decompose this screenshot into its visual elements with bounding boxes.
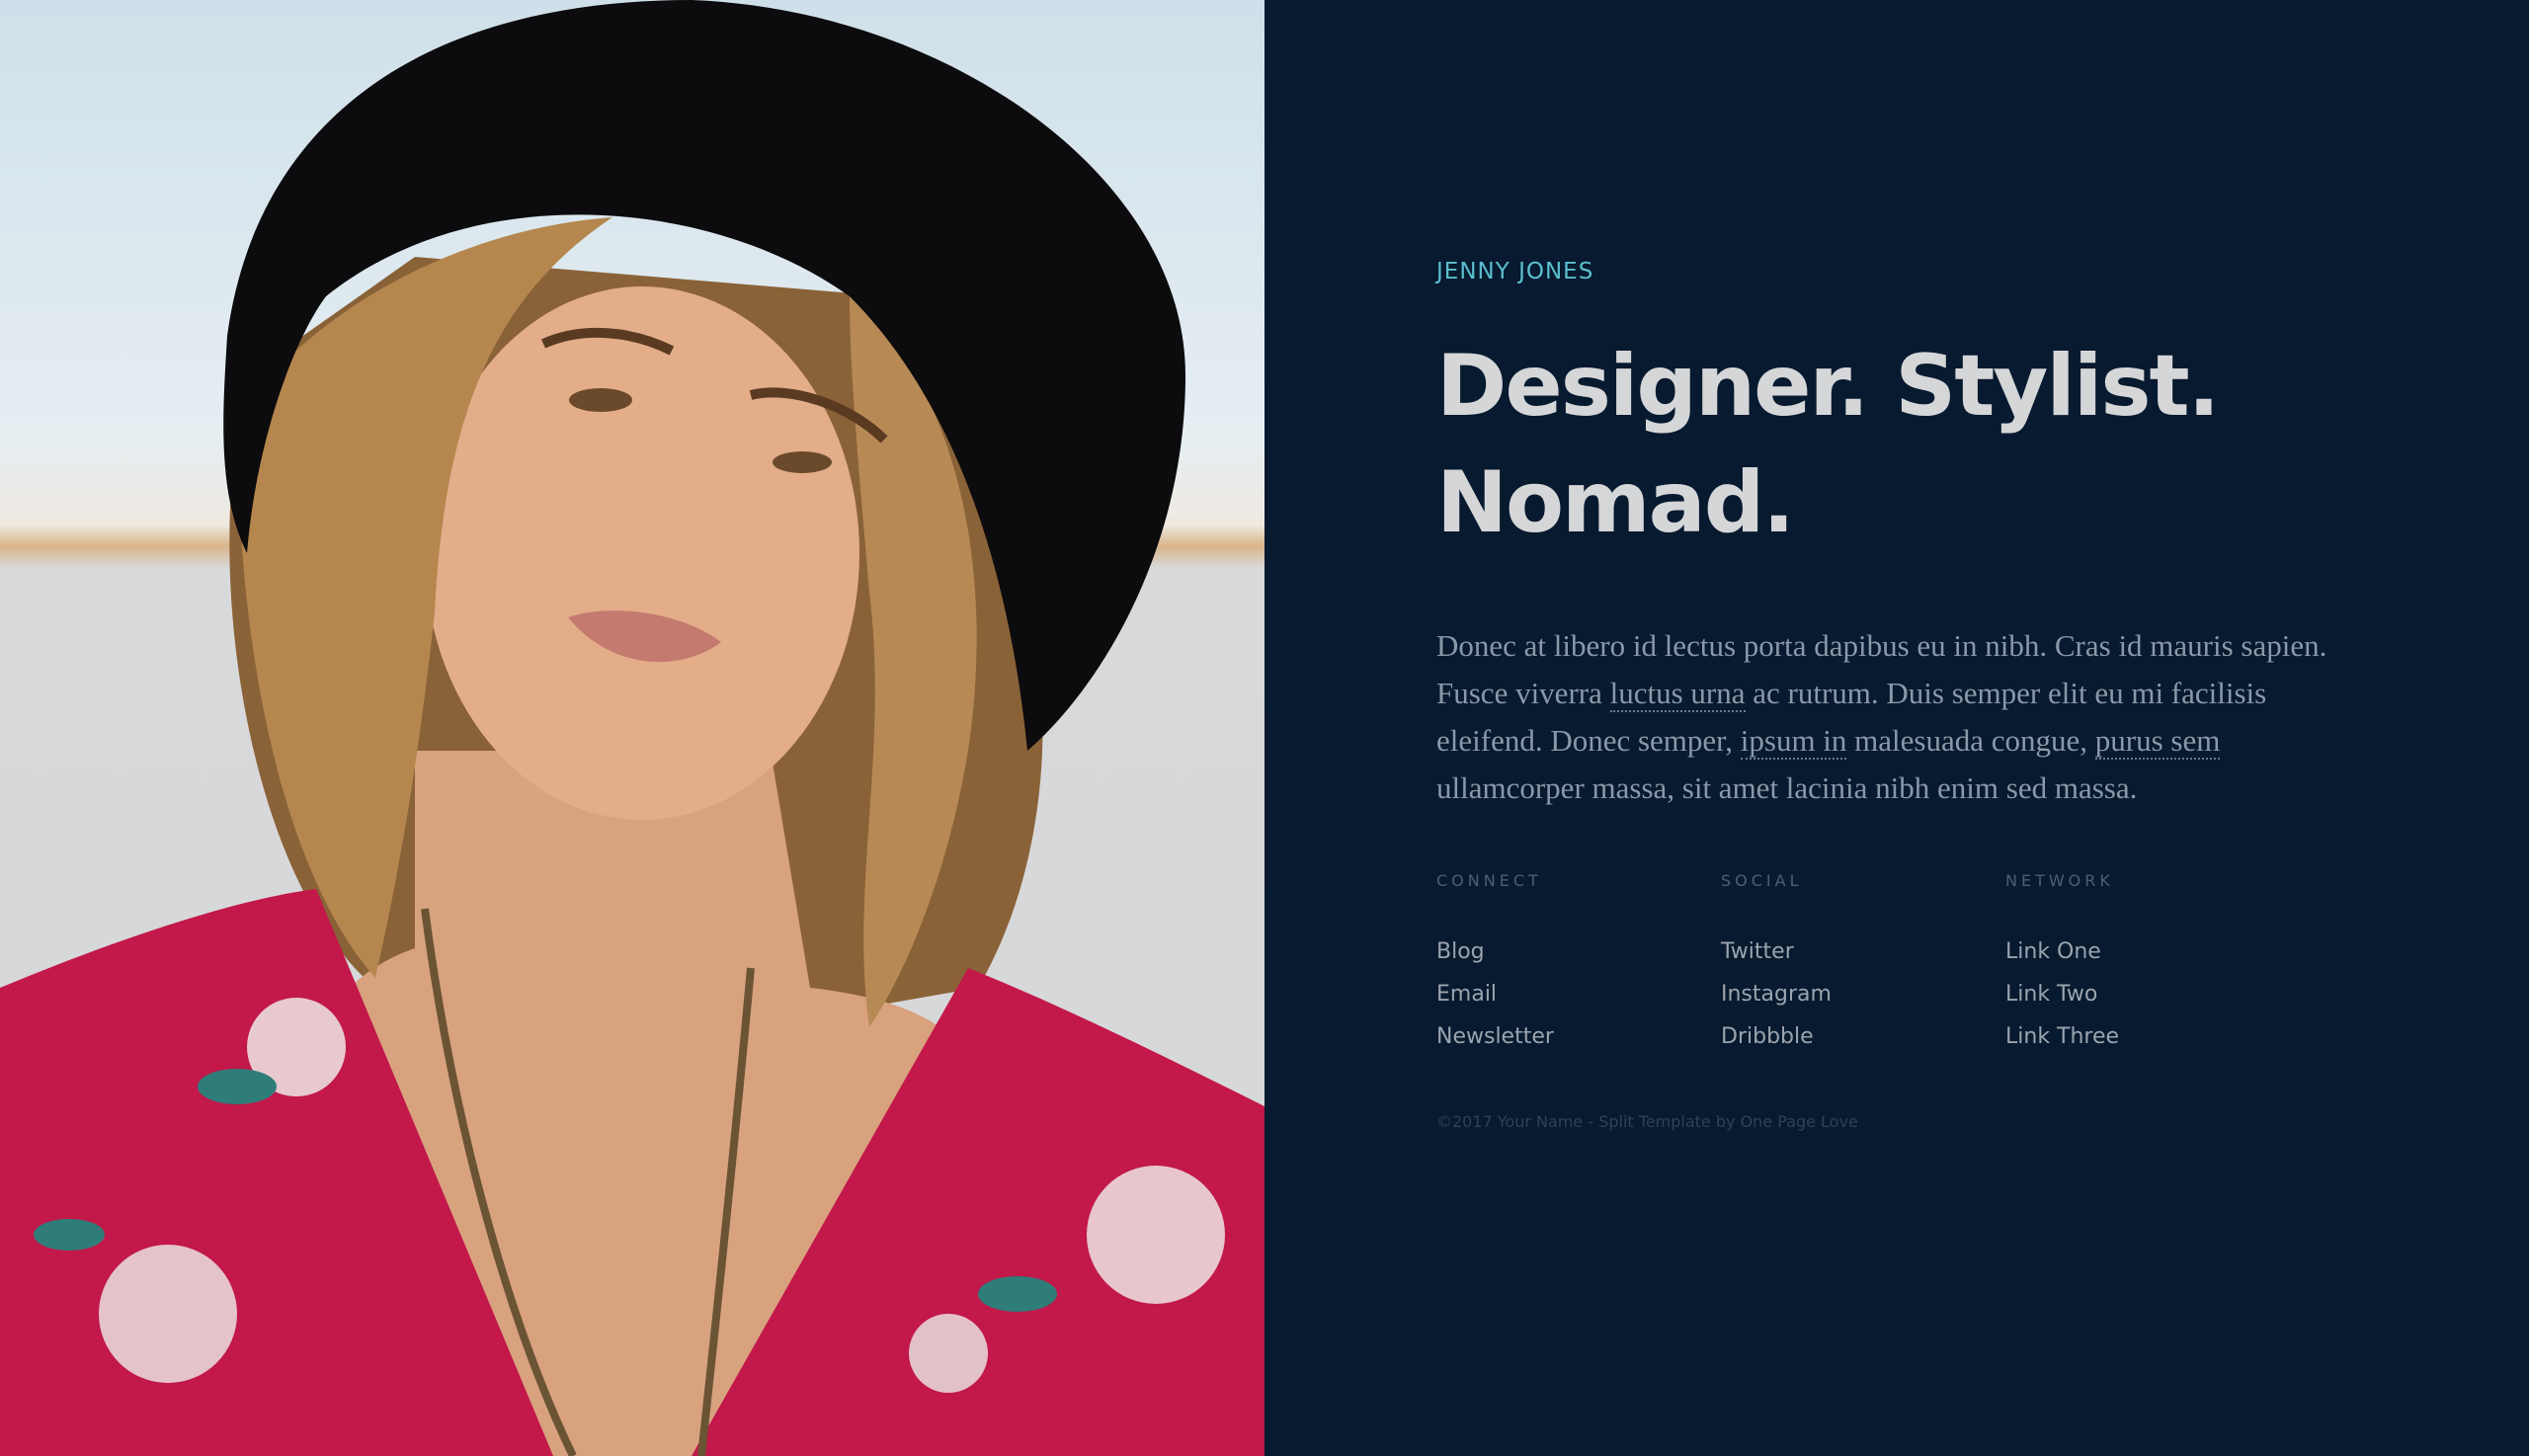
bio-link-ipsum-in[interactable]: ipsum in xyxy=(1740,723,1847,760)
profile-name: JENNY JONES xyxy=(1436,259,1594,284)
link-list: Link One Link Two Link Three xyxy=(2005,931,2290,1059)
bio-text: ullamcorper massa, sit amet lacinia nibh… xyxy=(1436,770,2138,805)
bio-paragraph: Donec at libero id lectus porta dapibus … xyxy=(1436,622,2365,812)
profile-content: JENNY JONES Designer. Stylist. Nomad. Do… xyxy=(1436,259,2385,1131)
link-blog[interactable]: Blog xyxy=(1436,939,1485,964)
portrait-illustration xyxy=(0,0,1264,1456)
face-shape xyxy=(425,286,859,820)
split-layout: JENNY JONES Designer. Stylist. Nomad. Do… xyxy=(0,0,2529,1456)
link-instagram[interactable]: Instagram xyxy=(1721,982,1832,1007)
link-list: Blog Email Newsletter xyxy=(1436,931,1721,1059)
profile-panel: JENNY JONES Designer. Stylist. Nomad. Do… xyxy=(1264,0,2529,1456)
eye-right xyxy=(773,451,832,473)
column-network: NETWORK Link One Link Two Link Three xyxy=(2005,871,2290,1059)
footer-copyright: ©2017 Your Name - Split Template by One … xyxy=(1436,1112,1858,1131)
column-heading: CONNECT xyxy=(1436,871,1542,890)
link-one[interactable]: Link One xyxy=(2005,939,2101,964)
link-newsletter[interactable]: Newsletter xyxy=(1436,1024,1554,1049)
bio-link-luctus-urna[interactable]: luctus urna xyxy=(1609,676,1746,712)
bio-link-purus-sem[interactable]: purus sem xyxy=(2094,723,2221,760)
link-dribbble[interactable]: Dribbble xyxy=(1721,1024,1814,1049)
link-two[interactable]: Link Two xyxy=(2005,982,2097,1007)
link-three[interactable]: Link Three xyxy=(2005,1024,2119,1049)
link-twitter[interactable]: Twitter xyxy=(1721,939,1794,964)
page-title: Designer. Stylist. Nomad. xyxy=(1436,328,2385,561)
headline-line-2: Nomad. xyxy=(1436,453,1795,552)
hero-photo xyxy=(0,0,1264,1456)
link-email[interactable]: Email xyxy=(1436,982,1497,1007)
headline-line-1: Designer. Stylist. xyxy=(1436,337,2220,436)
column-heading: SOCIAL xyxy=(1721,871,1803,890)
eye-left xyxy=(569,388,632,412)
link-list: Twitter Instagram Dribbble xyxy=(1721,931,2005,1059)
link-columns: CONNECT Blog Email Newsletter SOCIAL Twi… xyxy=(1436,871,2385,1059)
column-connect: CONNECT Blog Email Newsletter xyxy=(1436,871,1721,1059)
bio-text: malesuada congue, xyxy=(1846,723,2095,758)
column-heading: NETWORK xyxy=(2005,871,2114,890)
column-social: SOCIAL Twitter Instagram Dribbble xyxy=(1721,871,2005,1059)
